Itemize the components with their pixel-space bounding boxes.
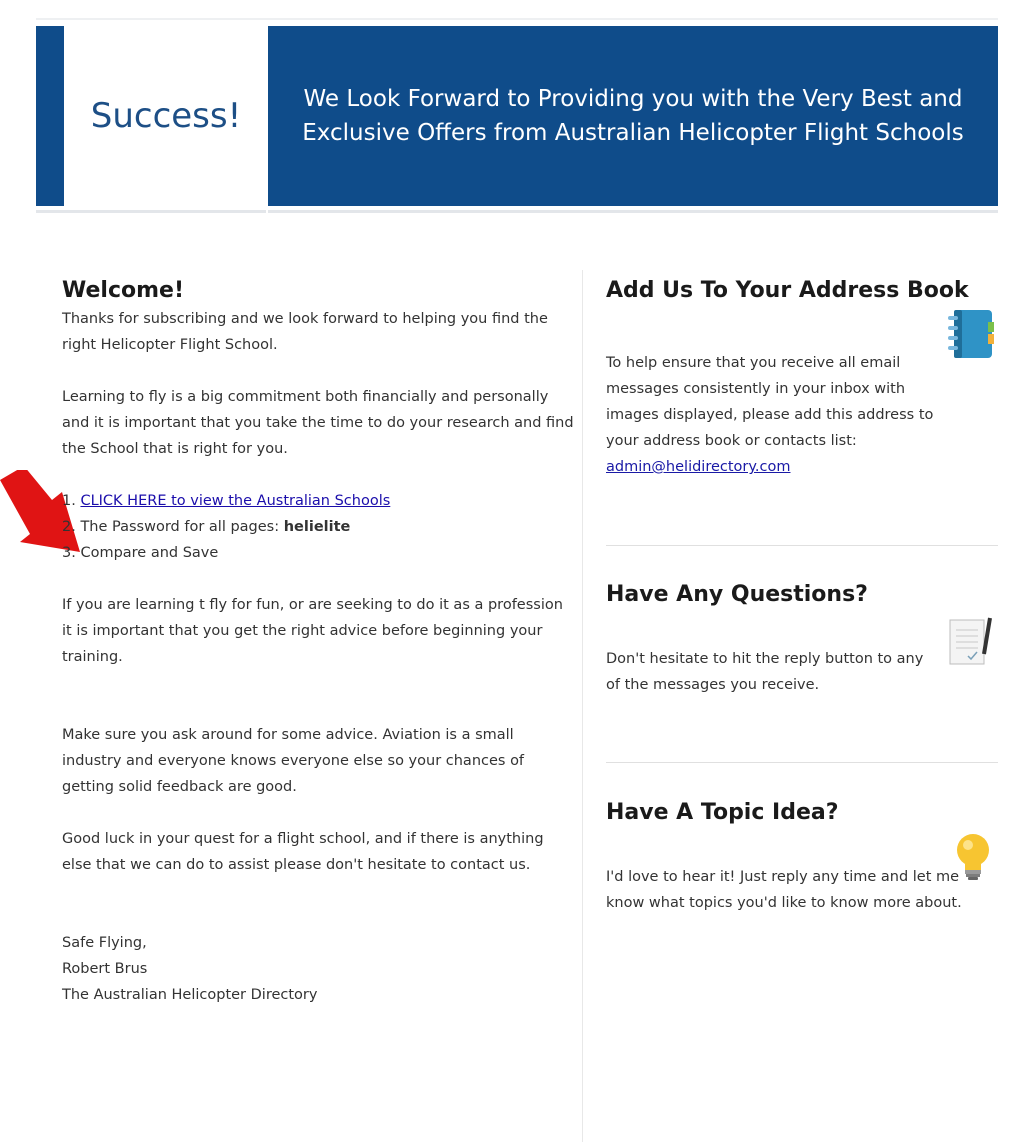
signature-line-1: Safe Flying, <box>62 935 147 951</box>
welcome-paragraph-2: Learning to fly is a big commitment both… <box>62 389 574 457</box>
address-book-body: To help ensure that you receive all emai… <box>606 355 934 449</box>
address-book-text: To help ensure that you receive all emai… <box>606 350 998 480</box>
header-top-rule <box>36 18 998 20</box>
notepad-icon <box>949 617 992 665</box>
topic-heading: Have A Topic Idea? <box>606 800 839 825</box>
topic-text: I'd love to hear it! Just reply any time… <box>606 869 962 911</box>
header-banner: We Look Forward to Providing you with th… <box>268 26 998 206</box>
steps-list: 1. CLICK HERE to view the Australian Sch… <box>62 488 577 566</box>
step-1: 1. CLICK HERE to view the Australian Sch… <box>62 488 577 514</box>
welcome-paragraph-4: Make sure you ask around for some advice… <box>62 727 525 795</box>
questions-text: Don't hesitate to hit the reply button t… <box>606 651 924 693</box>
lightbulb-icon <box>957 834 989 880</box>
column-divider <box>582 270 583 1142</box>
signature-name: Robert Brus <box>62 961 148 977</box>
welcome-column: Welcome! Thanks for subscribing and we l… <box>62 276 577 1008</box>
questions-section: Have Any Questions? Don't hesitate to hi… <box>606 580 998 698</box>
welcome-paragraph-5: Good luck in your quest for a flight sch… <box>62 831 544 873</box>
address-book-icon <box>948 310 994 358</box>
address-book-heading: Add Us To Your Address Book <box>606 278 969 303</box>
topic-idea-section: Have A Topic Idea? I'd love to hear it! … <box>606 798 998 916</box>
welcome-paragraph-3: If you are learning t fly for fun, or ar… <box>62 597 563 665</box>
address-book-section: Add Us To Your Address Book To help ensu… <box>606 276 998 480</box>
questions-heading: Have Any Questions? <box>606 582 868 607</box>
header-left-rule <box>36 210 266 213</box>
welcome-paragraph-1: Thanks for subscribing and we look forwa… <box>62 311 548 353</box>
welcome-heading: Welcome! <box>62 278 184 303</box>
view-schools-link[interactable]: CLICK HERE to view the Australian School… <box>80 493 390 509</box>
header-right-rule <box>268 210 998 213</box>
header-accent-bar <box>36 26 64 206</box>
success-title: Success! <box>90 96 242 136</box>
right-divider-2 <box>606 762 998 763</box>
email-address-link[interactable]: admin@helidirectory.com <box>606 459 790 475</box>
step-2: 2. The Password for all pages: helielite <box>62 514 577 540</box>
signature: Safe Flying, Robert Brus The Australian … <box>62 930 577 1008</box>
step-1-number: 1. <box>62 493 81 509</box>
step-2-text: 2. The Password for all pages: <box>62 519 284 535</box>
header-banner-text: We Look Forward to Providing you with th… <box>302 86 964 146</box>
password-value: helielite <box>283 519 351 535</box>
signature-company: The Australian Helicopter Directory <box>62 987 318 1003</box>
step-3: 3. Compare and Save <box>62 545 219 561</box>
right-divider-1 <box>606 545 998 546</box>
